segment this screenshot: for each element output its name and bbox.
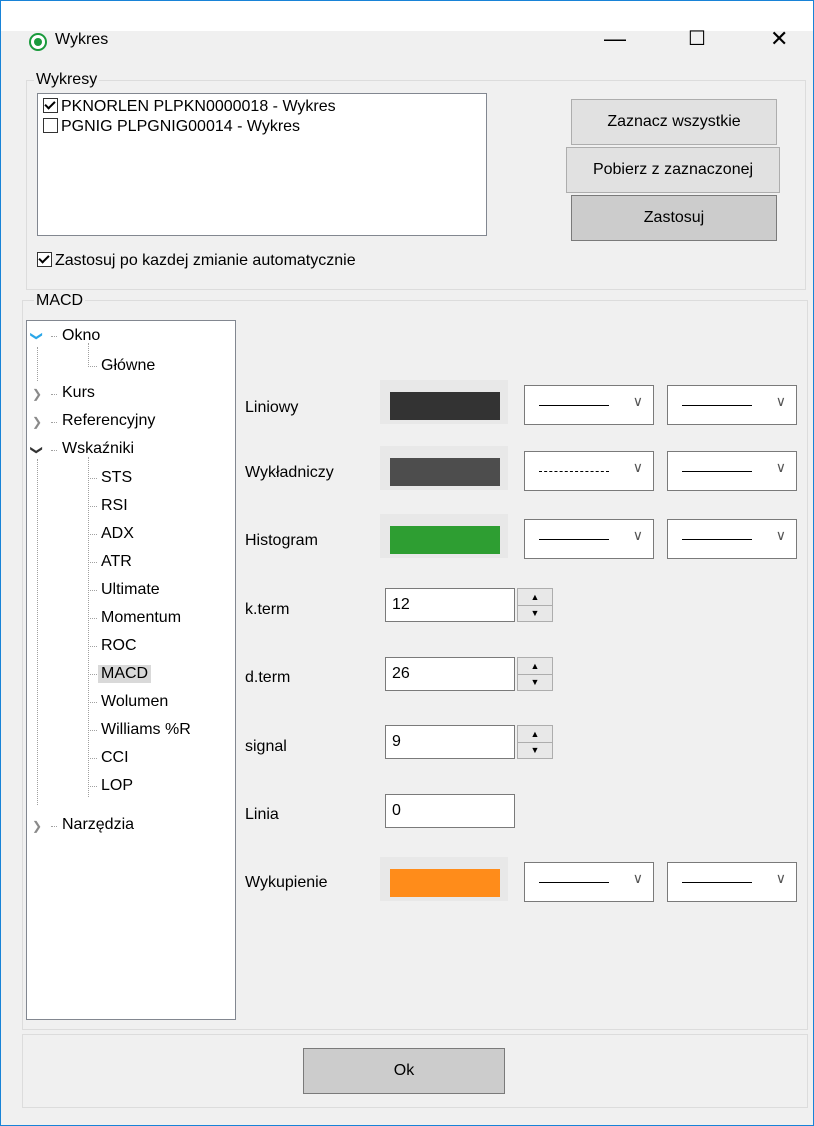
tree-node-wolumen[interactable]: Wolumen [101,693,168,711]
chevron-down-icon: ∨ [775,393,786,409]
tree-node-rsi[interactable]: RSI [101,497,128,515]
line-style-solid-icon [539,405,609,406]
tree-node-ultimate[interactable]: Ultimate [101,581,160,599]
color-swatch [390,526,500,554]
color-picker-wykupienie[interactable] [380,857,508,901]
label-wykladniczy: Wykładniczy [245,464,334,481]
color-picker-histogram[interactable] [380,514,508,558]
dterm-input[interactable]: 26 [385,657,515,691]
chevron-right-icon[interactable]: ❯ [32,413,42,431]
arrow-down-icon[interactable]: ▼ [518,605,552,621]
apply-button[interactable]: Zastosuj [571,195,777,241]
tree-node-adx[interactable]: ADX [101,525,134,543]
line-style-dashed-icon [539,471,609,472]
ok-button[interactable]: Ok [303,1048,505,1094]
line-style-solid-icon [539,539,609,540]
line-style-select[interactable]: ∨ [524,862,654,902]
line-width-select[interactable]: ∨ [667,519,797,559]
tree-node-kurs[interactable]: Kurs [62,384,95,402]
kterm-spinner[interactable]: ▲ ▼ [517,588,553,622]
chevron-down-icon: ∨ [775,459,786,475]
chart-listbox[interactable]: PKNORLEN PLPKN0000018 - Wykres PGNIG PLP… [37,93,487,236]
color-picker-wykladniczy[interactable] [380,446,508,490]
label-dterm: d.term [245,669,291,686]
tree-node-atr[interactable]: ATR [101,553,132,571]
line-style-select[interactable]: ∨ [524,385,654,425]
wykresy-legend: Wykresy [34,71,100,89]
macd-legend: MACD [34,292,86,310]
tree-node-sts[interactable]: STS [101,469,132,487]
arrow-up-icon[interactable]: ▲ [518,726,552,743]
line-style-solid-icon [682,471,752,472]
linia-input[interactable]: 0 [385,794,515,828]
label-histogram: Histogram [245,532,318,549]
tree-node-wskazniki[interactable]: Wskaźniki [62,440,134,458]
signal-spinner[interactable]: ▲ ▼ [517,725,553,759]
tree-node-okno[interactable]: Okno [62,327,100,345]
tree-node-williams[interactable]: Williams %R [101,721,191,739]
label-liniowy: Liniowy [245,399,299,416]
tree-node-macd-selected[interactable]: MACD [98,665,152,683]
auto-apply-checkbox[interactable]: Zastosuj po kazdej zmianie automatycznie [37,252,356,270]
color-swatch [390,458,500,486]
line-style-solid-icon [539,882,609,883]
arrow-up-icon[interactable]: ▲ [518,589,552,606]
line-width-select[interactable]: ∨ [667,451,797,491]
chevron-down-icon: ∨ [632,527,643,543]
line-width-select[interactable]: ∨ [667,862,797,902]
dterm-spinner[interactable]: ▲ ▼ [517,657,553,691]
checkbox-checked-icon[interactable] [37,252,52,267]
chevron-down-icon[interactable]: ❯ [28,445,46,455]
line-style-solid-icon [682,539,752,540]
maximize-icon[interactable]: ☐ [688,28,706,50]
label-signal: signal [245,738,287,755]
label-wykupienie: Wykupienie [245,874,328,891]
arrow-down-icon[interactable]: ▼ [518,742,552,758]
select-all-button[interactable]: Zaznacz wszystkie [571,99,777,145]
arrow-up-icon[interactable]: ▲ [518,658,552,675]
app-icon [29,33,47,51]
chevron-down-icon: ∨ [632,459,643,475]
tree-node-lop[interactable]: LOP [101,777,133,795]
tree-node-momentum[interactable]: Momentum [101,609,181,627]
line-width-select[interactable]: ∨ [667,385,797,425]
color-swatch [390,392,500,420]
kterm-input[interactable]: 12 [385,588,515,622]
close-icon[interactable]: ✕ [770,28,788,50]
signal-input[interactable]: 9 [385,725,515,759]
line-style-solid-icon [682,882,752,883]
checkbox-unchecked-icon[interactable] [43,118,58,133]
list-item[interactable]: PKNORLEN PLPKN0000018 - Wykres [43,98,336,116]
color-swatch [390,869,500,897]
chevron-down-icon: ∨ [632,870,643,886]
label-kterm: k.term [245,601,290,618]
chevron-right-icon[interactable]: ❯ [32,817,42,835]
chevron-down-icon: ∨ [775,527,786,543]
tree-node-cci[interactable]: CCI [101,749,129,767]
title-bar [1,1,813,31]
chevron-down-icon[interactable]: ❯ [28,331,46,341]
indicator-tree[interactable]: ❯ Okno Główne ❯ Kurs ❯ Referencyjny ❯ Ws… [26,320,236,1020]
tree-node-referencyjny[interactable]: Referencyjny [62,412,155,430]
checkbox-checked-icon[interactable] [43,98,58,113]
tree-node-narzedzia[interactable]: Narzędzia [62,816,134,834]
line-style-select[interactable]: ∨ [524,451,654,491]
line-style-select[interactable]: ∨ [524,519,654,559]
line-style-solid-icon [682,405,752,406]
chevron-down-icon: ∨ [775,870,786,886]
get-from-selected-button[interactable]: Pobierz z zaznaczonej [566,147,780,193]
tree-node-glowne[interactable]: Główne [101,357,155,375]
chevron-down-icon: ∨ [632,393,643,409]
tree-node-roc[interactable]: ROC [101,637,137,655]
window-title: Wykres [55,31,109,48]
color-picker-liniowy[interactable] [380,380,508,424]
arrow-down-icon[interactable]: ▼ [518,674,552,690]
list-item[interactable]: PGNIG PLPGNIG00014 - Wykres [43,118,300,136]
chevron-right-icon[interactable]: ❯ [32,385,42,403]
minimize-icon[interactable]: — [604,28,626,50]
label-linia: Linia [245,806,279,823]
